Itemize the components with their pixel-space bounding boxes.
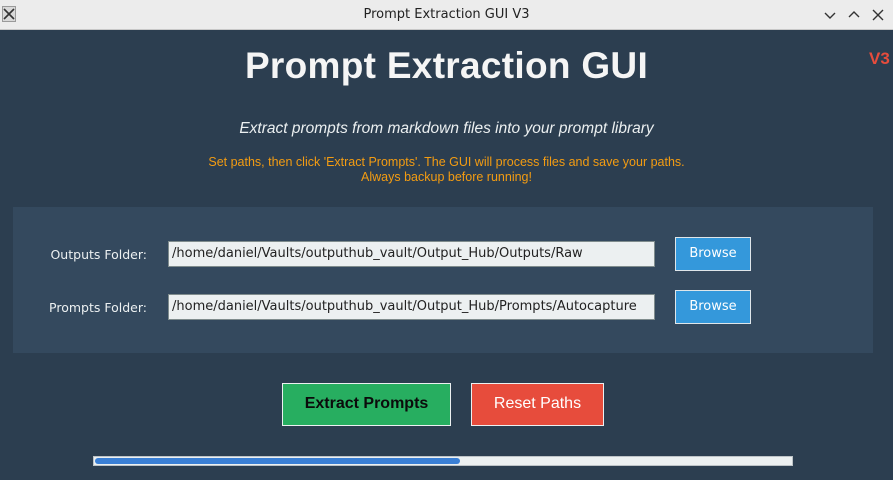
instructions-line-1: Set paths, then click 'Extract Prompts'.… bbox=[208, 155, 685, 169]
close-icon[interactable] bbox=[870, 7, 886, 23]
page-title: Prompt Extraction GUI bbox=[244, 45, 649, 86]
instructions-line-2: Always backup before running! bbox=[361, 170, 532, 184]
extract-prompts-button[interactable]: Extract Prompts bbox=[282, 383, 451, 426]
maximize-icon[interactable] bbox=[846, 7, 862, 23]
window-title: Prompt Extraction GUI V3 bbox=[363, 7, 530, 22]
prompts-folder-input[interactable]: /home/daniel/Vaults/outputhub_vault/Outp… bbox=[168, 294, 655, 320]
instructions-text: Set paths, then click 'Extract Prompts'.… bbox=[0, 155, 893, 185]
path-settings-panel: Outputs Folder: /home/daniel/Vaults/outp… bbox=[13, 207, 873, 353]
prompts-folder-label: Prompts Folder: bbox=[49, 300, 147, 315]
reset-paths-button[interactable]: Reset Paths bbox=[471, 383, 604, 426]
outputs-folder-label: Outputs Folder: bbox=[50, 247, 147, 262]
outputs-browse-button[interactable]: Browse bbox=[675, 237, 751, 271]
title-bar: Prompt Extraction GUI V3 bbox=[0, 0, 893, 30]
minimize-icon[interactable] bbox=[822, 7, 838, 23]
outputs-folder-input[interactable]: /home/daniel/Vaults/outputhub_vault/Outp… bbox=[168, 241, 655, 267]
page-subtitle: Extract prompts from markdown files into… bbox=[239, 120, 654, 137]
progress-bar bbox=[93, 456, 793, 466]
prompts-browse-button[interactable]: Browse bbox=[675, 290, 751, 324]
progress-bar-fill bbox=[95, 458, 460, 464]
version-label: V3 bbox=[869, 49, 890, 68]
